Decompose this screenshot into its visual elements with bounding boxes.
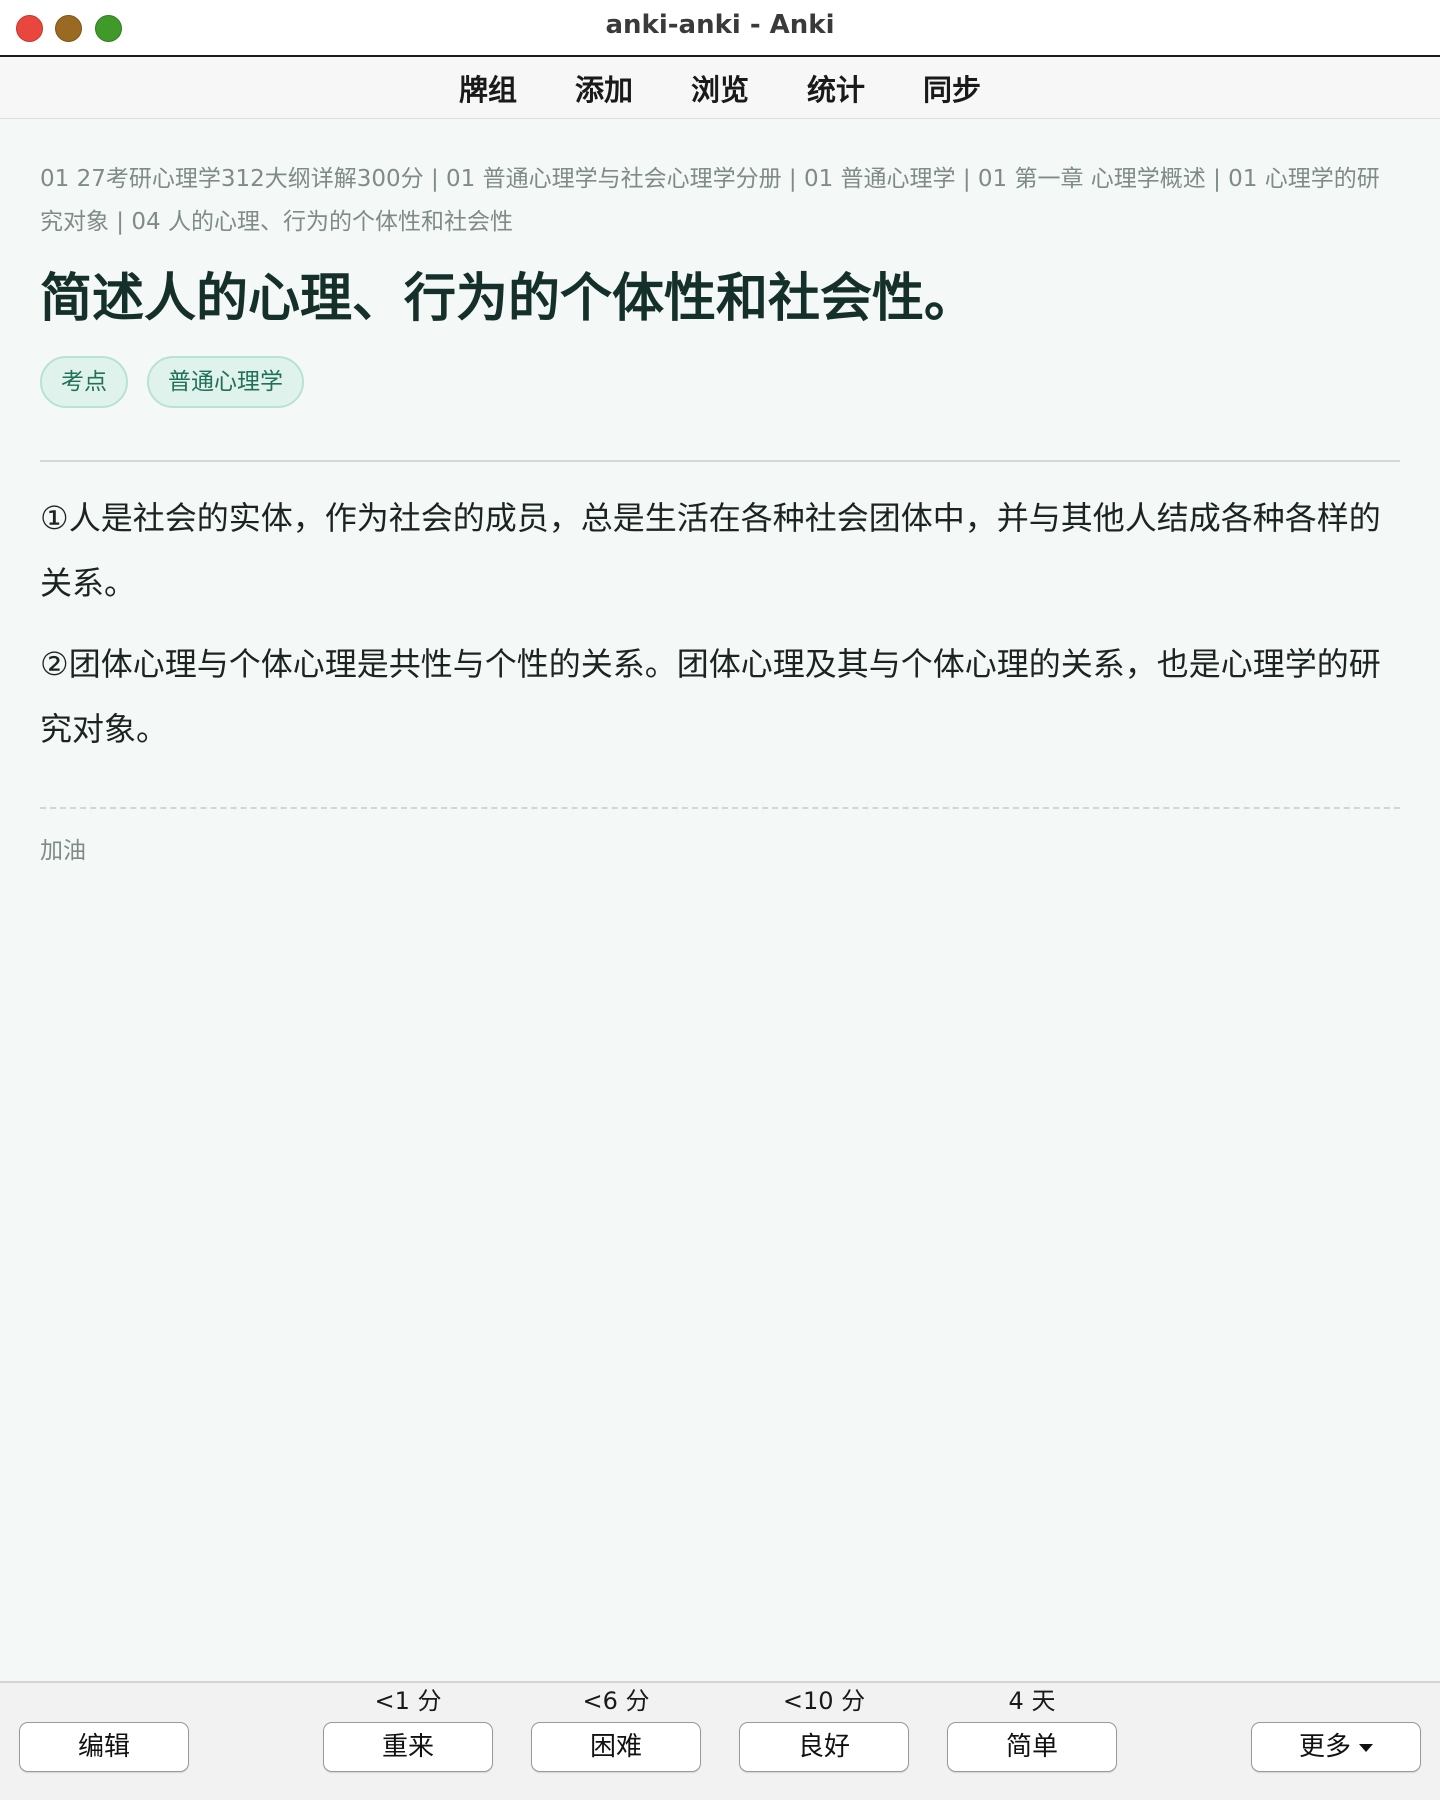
card-tags: 考点 普通心理学 <box>40 356 1400 408</box>
review-bottom-bar: 编辑 <1 分 重来 <6 分 困难 <10 分 良好 4 天 简单 更多 <box>0 1681 1440 1800</box>
easy-button[interactable]: 简单 <box>947 1722 1117 1772</box>
nav-sync[interactable]: 同步 <box>894 67 1010 109</box>
card-note: 加油 <box>40 838 86 864</box>
good-button[interactable]: 良好 <box>739 1722 909 1772</box>
nav-add[interactable]: 添加 <box>546 67 662 109</box>
card-answer: ①人是社会的实体，作为社会的成员，总是生活在各种社会团体中，并与其他人结成各种各… <box>40 486 1400 762</box>
window-title: anki-anki - Anki <box>605 10 835 40</box>
easy-interval: 4 天 <box>1008 1687 1056 1715</box>
deck-breadcrumb: 01 27考研心理学312大纲详解300分 | 01 普通心理学与社会心理学分册… <box>40 166 1380 235</box>
answer-paragraph-1: ①人是社会的实体，作为社会的成员，总是生活在各种社会团体中，并与其他人结成各种各… <box>40 499 1381 602</box>
tag-kaodian: 考点 <box>40 356 128 408</box>
nav-stats[interactable]: 统计 <box>778 67 894 109</box>
hard-interval: <6 分 <box>582 1687 650 1715</box>
nav-browse[interactable]: 浏览 <box>662 67 778 109</box>
answer-paragraph-2: ②团体心理与个体心理是共性与个性的关系。团体心理及其与个体心理的关系，也是心理学… <box>40 645 1381 748</box>
top-navigation: 牌组 添加 浏览 统计 同步 <box>0 57 1440 119</box>
answer-divider <box>40 460 1400 462</box>
anki-window: anki-anki - Anki 牌组 添加 浏览 统计 同步 01 27考研心… <box>0 0 1440 1800</box>
note-divider <box>40 807 1400 809</box>
dropdown-caret-icon <box>1359 1743 1373 1752</box>
again-interval: <1 分 <box>374 1687 442 1715</box>
more-button[interactable]: 更多 <box>1251 1722 1421 1772</box>
title-bar: anki-anki - Anki <box>0 0 1440 57</box>
nav-decks[interactable]: 牌组 <box>430 67 546 109</box>
hard-button[interactable]: 困难 <box>531 1722 701 1772</box>
good-interval: <10 分 <box>782 1687 866 1715</box>
edit-button[interactable]: 编辑 <box>19 1722 189 1772</box>
again-button[interactable]: 重来 <box>323 1722 493 1772</box>
more-label: 更多 <box>1298 1732 1351 1762</box>
tag-general-psychology: 普通心理学 <box>147 356 304 408</box>
card-content: 01 27考研心理学312大纲详解300分 | 01 普通心理学与社会心理学分册… <box>40 120 1400 865</box>
card-question: 简述人的心理、行为的个体性和社会性。 <box>40 269 977 329</box>
